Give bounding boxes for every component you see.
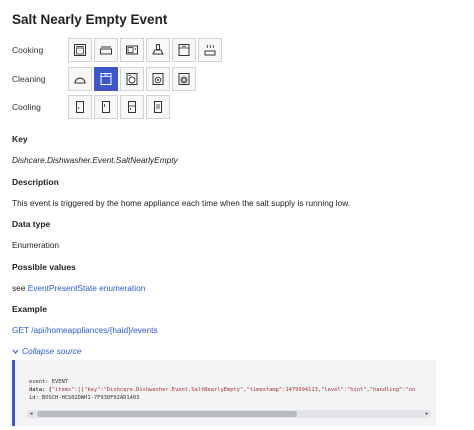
washer-icon[interactable] bbox=[120, 67, 144, 91]
robot-vacuum-icon[interactable] bbox=[68, 67, 92, 91]
hood-icon[interactable] bbox=[146, 38, 170, 62]
fridge-icon[interactable] bbox=[68, 95, 92, 119]
category-label: Cooking bbox=[12, 45, 44, 55]
dishwasher-icon[interactable] bbox=[94, 67, 118, 91]
chevron-down-icon bbox=[12, 349, 19, 354]
datatype-title: Data type bbox=[12, 219, 51, 229]
collapse-source-toggle[interactable]: Collapse source bbox=[12, 346, 82, 356]
page-title: Salt Nearly Empty Event bbox=[12, 12, 168, 27]
possible-values-title: Possible values bbox=[12, 262, 76, 272]
possible-values-text: see EventPresentState enumeration bbox=[12, 283, 145, 293]
description-text: This event is triggered by the home appl… bbox=[12, 198, 351, 208]
possible-values-prefix: see bbox=[12, 283, 28, 293]
key-value: Dishcare.Dishwasher.Event.SaltNearlyEmpt… bbox=[12, 155, 178, 165]
freezer-icon[interactable] bbox=[94, 95, 118, 119]
washer-dryer-icon[interactable] bbox=[172, 67, 196, 91]
code-content: event: EVENT data: {"items":[{"key":"Dish… bbox=[29, 378, 415, 403]
key-title: Key bbox=[12, 134, 28, 144]
cooktop-icon[interactable] bbox=[94, 38, 118, 62]
scrollbar-thumb[interactable] bbox=[37, 411, 297, 417]
code-line-data: data: {"items":[{"key":"Dishcare.Dishwas… bbox=[29, 387, 416, 394]
warming-drawer-icon[interactable] bbox=[172, 38, 196, 62]
source-code-block: event: EVENT data: {"items":[{"key":"Dish… bbox=[12, 360, 436, 426]
oven-icon[interactable] bbox=[68, 38, 92, 62]
dryer-icon[interactable] bbox=[146, 67, 170, 91]
code-line-event: event: EVENT bbox=[29, 379, 68, 385]
scroll-left-arrow-icon[interactable]: ◂ bbox=[27, 410, 35, 418]
category-cleaning: Cleaning bbox=[12, 67, 198, 91]
code-line-id: id: BOSCH-HCS02DWH1-7F930F92AD1403 bbox=[29, 395, 140, 402]
datatype-value: Enumeration bbox=[12, 240, 60, 250]
coffee-steam-icon[interactable] bbox=[198, 38, 222, 62]
fridge-freezer-icon[interactable] bbox=[120, 95, 144, 119]
category-label: Cleaning bbox=[12, 74, 46, 84]
collapse-source-label: Collapse source bbox=[22, 346, 82, 356]
horizontal-scrollbar[interactable]: ◂ ▸ bbox=[27, 410, 431, 418]
category-cooling: Cooling bbox=[12, 95, 172, 119]
wine-cooler-icon[interactable] bbox=[146, 95, 170, 119]
example-title: Example bbox=[12, 304, 47, 314]
description-title: Description bbox=[12, 177, 59, 187]
category-cooking: Cooking bbox=[12, 38, 224, 62]
category-label: Cooling bbox=[12, 102, 41, 112]
example-request-link[interactable]: GET /api/homeappliances/{haid}/events bbox=[12, 325, 158, 335]
event-present-state-link[interactable]: EventPresentState enumeration bbox=[28, 283, 146, 293]
scroll-right-arrow-icon[interactable]: ▸ bbox=[423, 410, 431, 418]
microwave-icon[interactable] bbox=[120, 38, 144, 62]
